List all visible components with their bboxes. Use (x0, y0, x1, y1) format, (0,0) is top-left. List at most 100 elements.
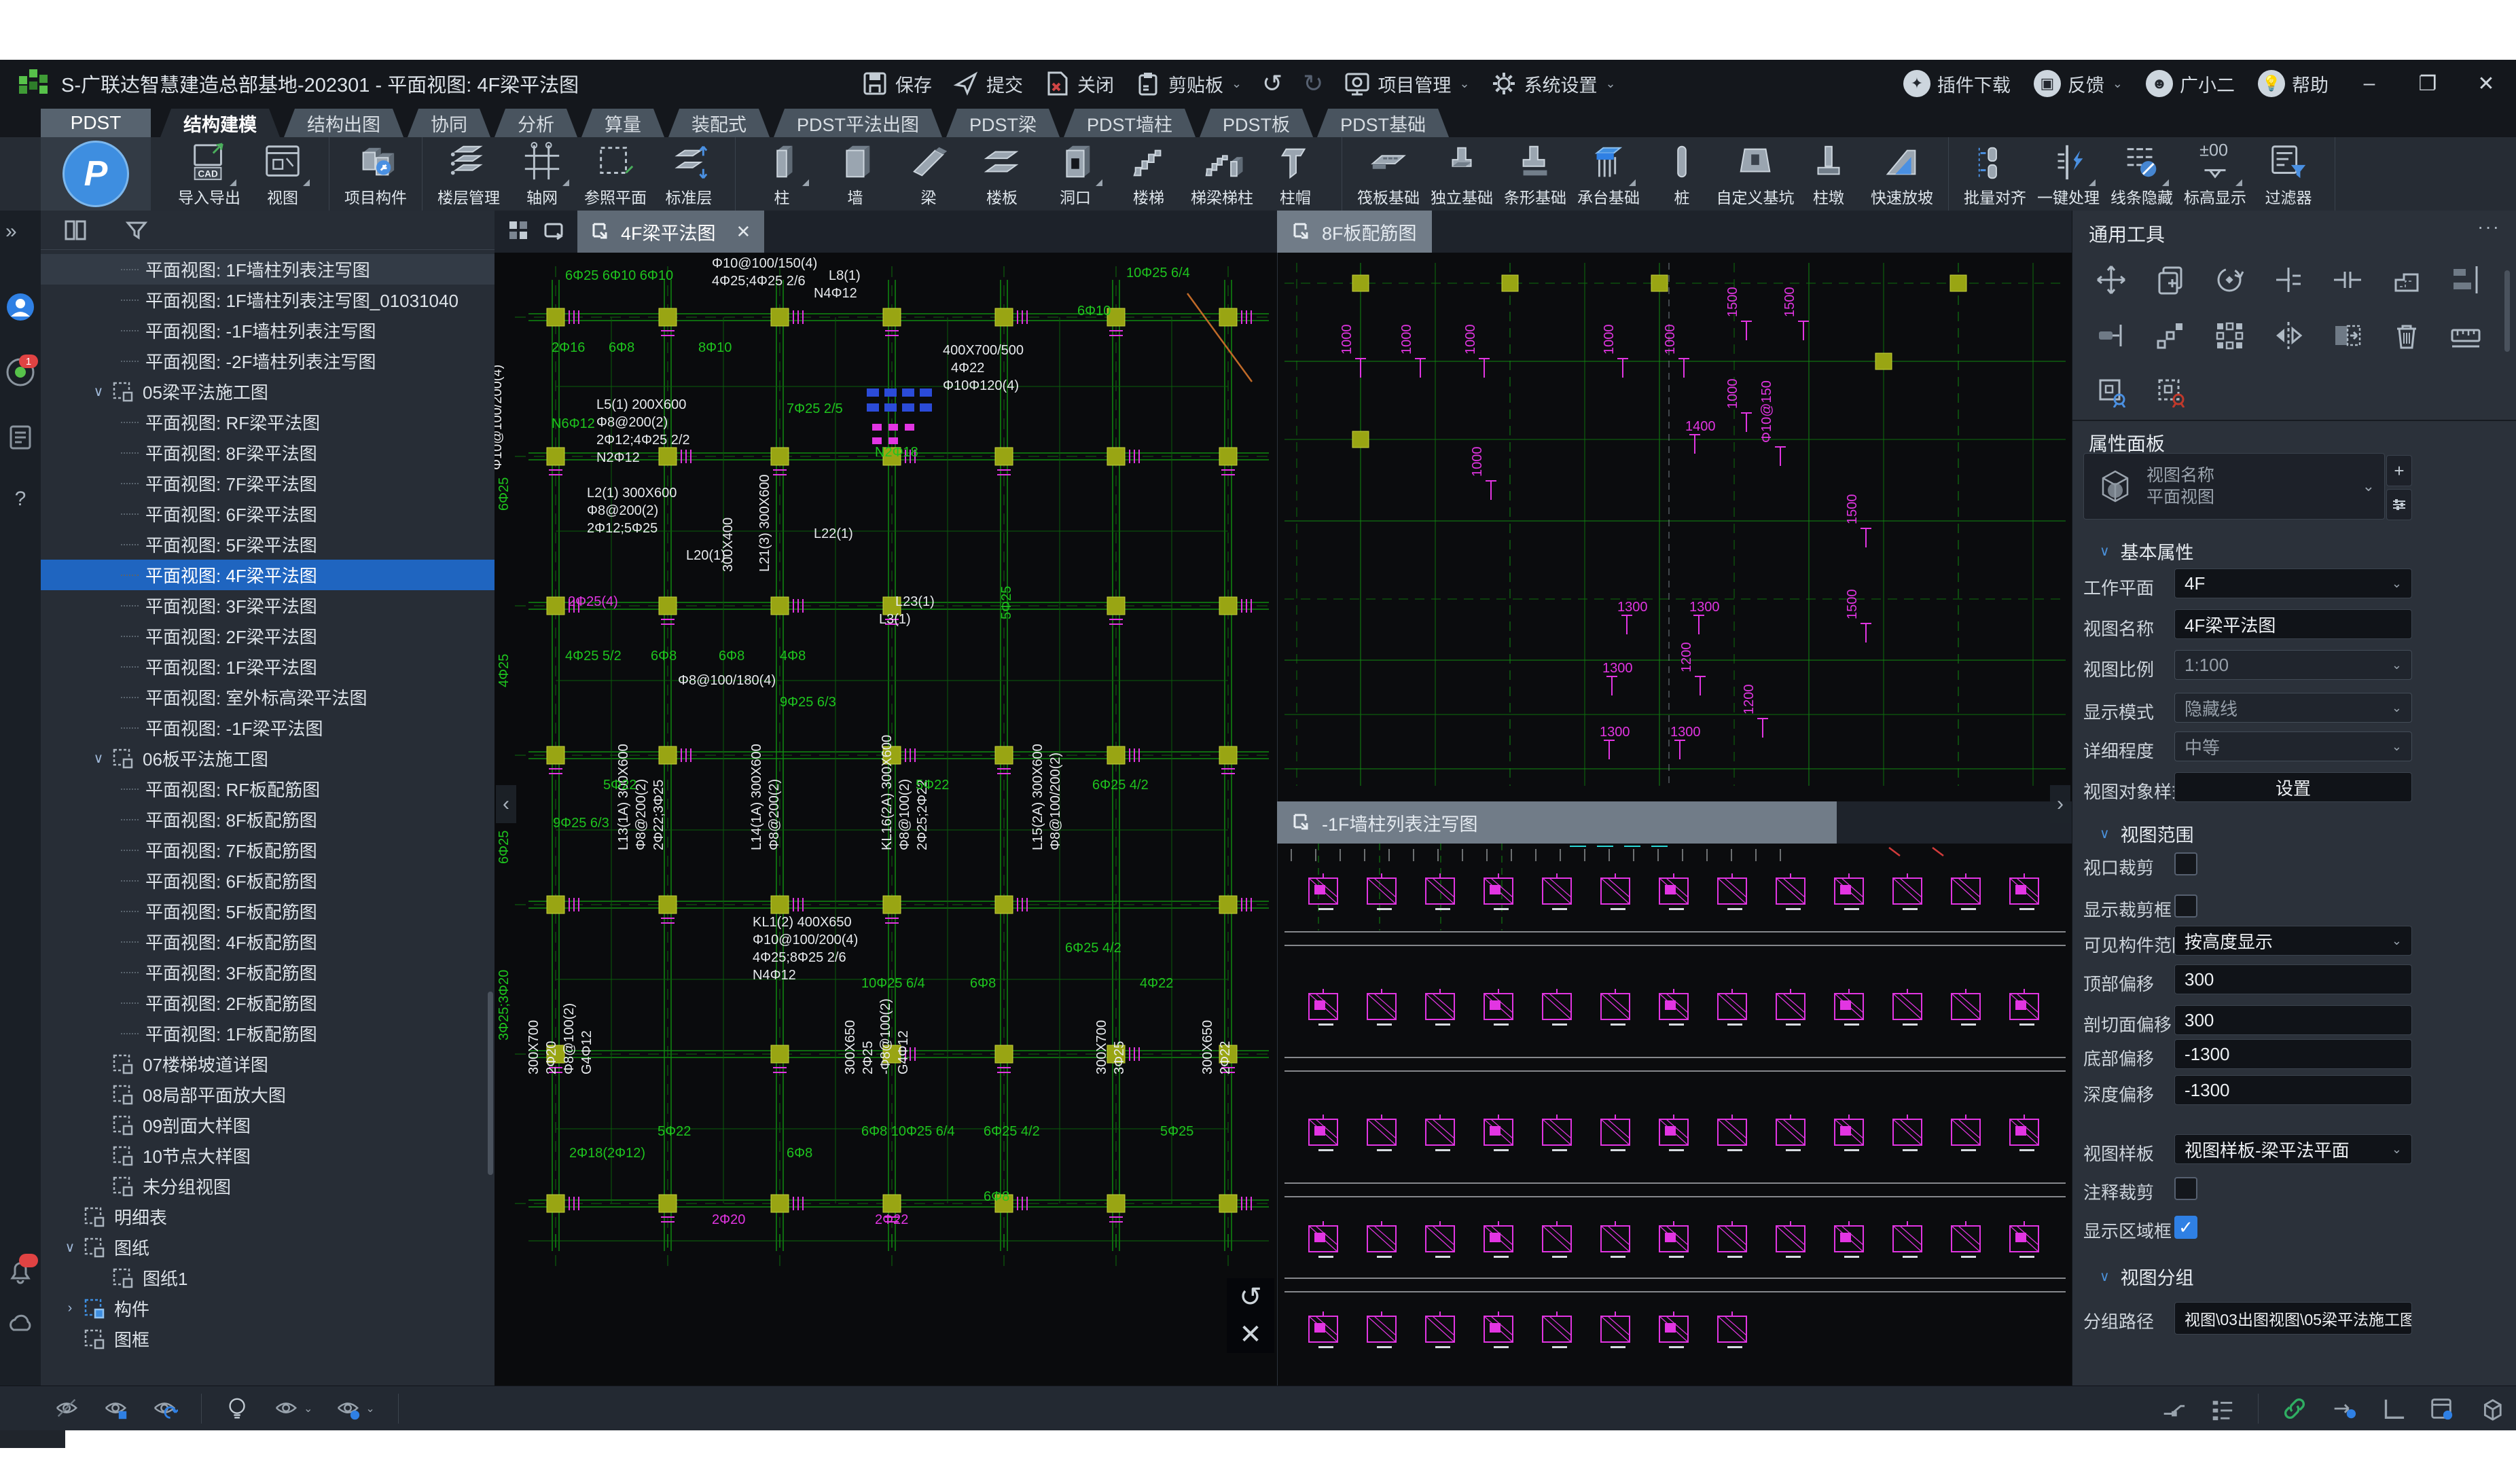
status-angle-snap-icon[interactable] (2379, 1396, 2405, 1422)
tree-row[interactable]: 平面视图: 7F梁平法图 (41, 468, 495, 499)
status-panel-dot-icon[interactable] (2428, 1396, 2454, 1422)
news-button[interactable] (5, 422, 35, 452)
toolbar-button-柱[interactable]: 柱 (745, 141, 819, 208)
ribbon-tab-PDST板[interactable]: PDST板 (1200, 109, 1313, 137)
history-undo-icon[interactable]: ↺ (1239, 1284, 1262, 1311)
status-visibility-icon[interactable]: ⌄ (274, 1396, 312, 1422)
tool-delete-icon[interactable] (2390, 319, 2423, 352)
tree-group-row[interactable]: 图纸1 (41, 1263, 495, 1293)
toolbar-button-线条隐藏[interactable]: 线条隐藏 (2105, 141, 2178, 208)
group-path-input[interactable]: 视图\03出图视图\05梁平法施工图 (2174, 1302, 2412, 1335)
tree-row[interactable]: 平面视图: 4F板配筋图 (41, 926, 495, 957)
tree-group-row[interactable]: 08局部平面放大图 (41, 1079, 495, 1110)
tool-move-icon[interactable] (2095, 264, 2127, 296)
ribbon-tab-PDST基础[interactable]: PDST基础 (1317, 109, 1449, 137)
close-view-icon[interactable]: ✕ (736, 221, 751, 242)
toolbar-button-导入导出[interactable]: CAD 导入导出 (173, 141, 246, 208)
tool-array-icon[interactable] (2213, 319, 2246, 352)
tree-row[interactable]: 平面视图: 室外标高梁平法图 (41, 682, 495, 712)
tool-offset-icon[interactable] (2390, 264, 2423, 296)
toolbar-button-视图[interactable]: 视图 (246, 141, 319, 208)
status-slope-display-icon[interactable] (2160, 1396, 2186, 1422)
help-button[interactable]: 💡帮助 (2258, 70, 2329, 97)
redo-button[interactable]: ↻ (1303, 69, 1323, 98)
visible-range-select[interactable]: 按高度显示⌄ (2174, 926, 2412, 956)
toolbar-button-楼板[interactable]: 楼板 (965, 141, 1039, 208)
tree-row[interactable]: 平面视图: 1F墙柱列表注写图 (41, 254, 495, 285)
tool-group-load-icon[interactable] (2154, 375, 2187, 408)
undo-button[interactable]: ↺ (1262, 69, 1282, 98)
view-name-input[interactable]: 4F梁平法图 (2174, 609, 2412, 639)
toolbar-button-过滤器[interactable]: 过滤器 (2252, 141, 2325, 208)
tool-split-icon[interactable] (2331, 264, 2364, 296)
tree-row[interactable]: 平面视图: 2F梁平法图 (41, 621, 495, 651)
tools-scrollbar[interactable] (2504, 270, 2510, 352)
filter-tree-icon[interactable] (125, 219, 148, 242)
clipboard-button[interactable]: 剪贴板⌄ (1134, 70, 1242, 97)
toolbar-button-条形基础[interactable]: 条形基础 (1498, 141, 1572, 208)
tree-group-row[interactable]: 10节点大样图 (41, 1140, 495, 1171)
app-menu-tab[interactable]: PDST (41, 109, 151, 137)
tree-chevron-icon[interactable]: ∨ (88, 383, 109, 400)
status-box-3d-icon[interactable] (2477, 1396, 2503, 1422)
display-mode-select[interactable]: 隐藏线⌄ (2174, 693, 2412, 723)
toolbar-button-轴网[interactable]: 轴网 (505, 141, 579, 208)
toolbar-button-墙[interactable]: 墙 (819, 141, 892, 208)
pdst-logo-button[interactable]: P (62, 141, 129, 207)
cut-offset-input[interactable]: 300 (2174, 1005, 2412, 1035)
toolbar-button-参照平面[interactable]: 参照平面 (579, 141, 652, 208)
tree-group-row[interactable]: 07楼梯坡道详图 (41, 1049, 495, 1079)
ribbon-tab-算量[interactable]: 算量 (581, 109, 664, 137)
toolbar-button-独立基础[interactable]: 独立基础 (1425, 141, 1498, 208)
tree-chevron-icon[interactable]: › (60, 1301, 80, 1316)
tree-row[interactable]: 平面视图: 1F墙柱列表注写图_01031040 (41, 285, 495, 315)
status-reset-hidden-icon[interactable] (152, 1396, 178, 1422)
ribbon-tab-装配式[interactable]: 装配式 (668, 109, 770, 137)
tool-align-dim-icon[interactable] (2449, 264, 2482, 296)
tree-chevron-icon[interactable]: ∨ (60, 1239, 80, 1256)
tool-measure-icon[interactable] (2449, 319, 2482, 352)
tree-row[interactable]: 平面视图: RF梁平法图 (41, 407, 495, 437)
type-selector[interactable]: 视图名称 平面视图 ⌄ (2083, 453, 2385, 520)
toolbar-button-承台基础[interactable]: 承台基础 (1572, 141, 1645, 208)
toolbar-button-批量对齐[interactable]: 批量对齐 (1958, 141, 2032, 208)
tree-row[interactable]: 平面视图: 2F板配筋图 (41, 988, 495, 1018)
ribbon-tab-PDST平法出图[interactable]: PDST平法出图 (774, 109, 942, 137)
user-avatar[interactable] (5, 292, 35, 322)
cad-drawing-n1f[interactable] (1277, 844, 2072, 1386)
tree-group-row[interactable]: 图框 (41, 1324, 495, 1354)
submit-button[interactable]: 提交 (952, 70, 1023, 97)
tree-group-row[interactable]: ∨ 06板平法施工图 (41, 743, 495, 774)
tree-row[interactable]: 平面视图: RF板配筋图 (41, 774, 495, 804)
tree-row[interactable]: 平面视图: 5F板配筋图 (41, 896, 495, 926)
list-view-icon[interactable] (64, 219, 87, 242)
ribbon-tab-分析[interactable]: 分析 (495, 109, 577, 137)
property-filter-button[interactable] (2386, 489, 2412, 520)
status-hide-category-icon[interactable] (103, 1396, 129, 1422)
tree-row[interactable]: 平面视图: 1F梁平法图 (41, 651, 495, 682)
tree-row[interactable]: 平面视图: 4F梁平法图 (41, 560, 495, 590)
tree-row[interactable]: 平面视图: -1F梁平法图 (41, 712, 495, 743)
status-link-icon[interactable] (2282, 1396, 2307, 1422)
status-hide-element-icon[interactable] (54, 1396, 80, 1422)
toolbar-button-楼层管理[interactable]: 楼层管理 (432, 141, 505, 208)
ribbon-tab-PDST墙柱[interactable]: PDST墙柱 (1064, 109, 1196, 137)
tile-windows-icon[interactable] (507, 219, 530, 245)
annotation-crop-checkbox[interactable] (2174, 1177, 2197, 1200)
tree-group-row[interactable]: 未分组视图 (41, 1171, 495, 1201)
status-temp-hide-icon[interactable] (225, 1396, 251, 1422)
section-view-range[interactable]: ∨视图范围 (2100, 820, 2194, 847)
tool-array-path-icon[interactable] (2154, 319, 2187, 352)
status-detail-list-icon[interactable] (2209, 1396, 2235, 1422)
floating-window-titlebar-bottom[interactable]: -1F墙柱列表注写图 (1277, 801, 2072, 844)
tree-row[interactable]: 平面视图: 6F板配筋图 (41, 865, 495, 896)
tool-copy-icon[interactable] (2154, 264, 2187, 296)
tree-row[interactable]: 平面视图: 8F板配筋图 (41, 804, 495, 835)
toolbar-button-自定义基坑[interactable]: 自定义基坑 (1719, 141, 1792, 208)
section-basic-props[interactable]: ∨基本属性 (2100, 538, 2194, 564)
object-style-settings-button[interactable]: 设置 (2174, 772, 2412, 802)
toolbar-button-桩[interactable]: 桩 (1645, 141, 1719, 208)
tool-group-save-icon[interactable] (2095, 375, 2127, 408)
scroll-left-arrow[interactable]: ‹ (496, 785, 516, 823)
tree-row[interactable]: 平面视图: 5F梁平法图 (41, 529, 495, 560)
